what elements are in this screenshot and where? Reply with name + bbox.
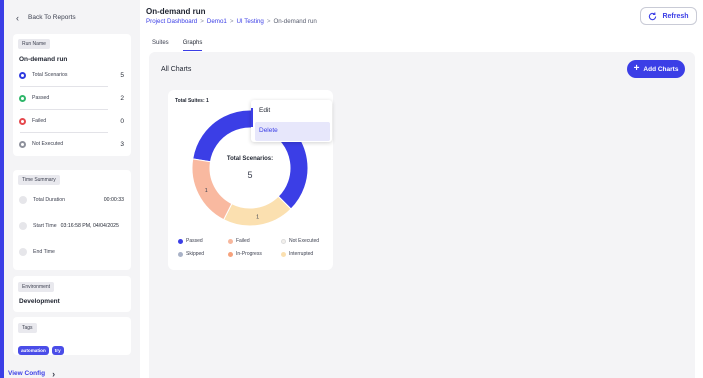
legend-label: Passed bbox=[186, 238, 203, 244]
legend-item-skipped: Skipped bbox=[178, 251, 228, 257]
legend-dot bbox=[228, 251, 233, 257]
plus-icon: + bbox=[633, 63, 640, 74]
stat-value: 2 bbox=[120, 94, 124, 102]
menu-accent-bar bbox=[251, 108, 253, 127]
calendar-icon bbox=[19, 222, 27, 230]
chevron-right-icon: › bbox=[52, 368, 56, 378]
tag[interactable]: automation bbox=[18, 346, 49, 355]
tab-suites[interactable]: Suites bbox=[152, 40, 169, 51]
clock-icon bbox=[19, 196, 27, 204]
stat-not-executed: Not Executed 3 bbox=[19, 138, 124, 150]
time-label: Start Time bbox=[33, 223, 57, 229]
donut-data-label: 1 bbox=[205, 188, 208, 194]
refresh-icon bbox=[649, 12, 657, 20]
time-value: 00:00:33 bbox=[103, 197, 124, 203]
delete-menu-item[interactable]: Delete bbox=[255, 122, 330, 141]
breadcrumb: Project Dashboard > Demo1 > UI Testing >… bbox=[146, 18, 317, 25]
tab-bar: Suites Graphs bbox=[152, 40, 203, 51]
legend-dot bbox=[178, 238, 183, 244]
legend-item-passed: Passed bbox=[178, 238, 228, 244]
legend-label: Interrupted bbox=[289, 251, 314, 257]
back-to-reports-link[interactable]: ‹ Back To Reports bbox=[16, 12, 76, 23]
divider bbox=[20, 132, 108, 133]
total-duration-row: Total Duration 00:00:33 bbox=[19, 196, 124, 204]
view-config-link[interactable]: View Config › bbox=[8, 368, 56, 378]
legend-label: Not Executed bbox=[289, 238, 320, 244]
legend-dot bbox=[228, 238, 233, 244]
donut-slice-interrupted[interactable] bbox=[222, 195, 292, 227]
back-label: Back To Reports bbox=[28, 14, 76, 21]
legend-dot bbox=[178, 251, 183, 257]
stat-label: Total Scenarios bbox=[32, 72, 68, 78]
time-value: 03:16:58 PM, 04/04/2025 bbox=[60, 223, 119, 229]
legend-item-in-progress: In-Progress bbox=[228, 251, 281, 257]
refresh-label: Refresh bbox=[662, 12, 689, 20]
stat-label: Not Executed bbox=[32, 141, 64, 147]
add-charts-label: Add Charts bbox=[643, 65, 679, 73]
breadcrumb-project-dashboard[interactable]: Project Dashboard bbox=[146, 18, 197, 25]
time-label: Total Duration bbox=[33, 197, 66, 203]
stat-failed: Failed 0 bbox=[19, 115, 124, 127]
donut-center-title: Total Scenarios: bbox=[226, 156, 274, 162]
breadcrumb-demo1[interactable]: Demo1 bbox=[207, 18, 227, 25]
legend-dot bbox=[281, 251, 286, 257]
calendar-icon bbox=[19, 248, 27, 256]
chart-legend: Passed Failed Not Executed Skipped In-Pr… bbox=[178, 238, 328, 257]
stat-passed: Passed 2 bbox=[19, 92, 124, 104]
page-title: On-demand run bbox=[146, 7, 206, 16]
start-time-row: Start Time 03:16:58 PM, 04/04/2025 bbox=[19, 222, 124, 230]
environment-chip: Environment bbox=[18, 282, 55, 292]
tag-list: automation try bbox=[18, 339, 67, 357]
legend-label: Skipped bbox=[186, 251, 205, 257]
stat-value: 3 bbox=[120, 140, 124, 148]
tag[interactable]: try bbox=[51, 346, 64, 355]
run-summary-card: Run Name On-demand run Total Scenarios 5… bbox=[13, 34, 131, 156]
stat-value: 0 bbox=[120, 117, 124, 125]
chevron-left-icon: ‹ bbox=[16, 12, 19, 23]
passed-icon bbox=[19, 94, 26, 102]
donut-center-value: 5 bbox=[247, 170, 253, 180]
environment-card: Environment Development bbox=[13, 276, 131, 312]
time-summary-chip: Time Summary bbox=[18, 175, 60, 185]
stat-value: 5 bbox=[120, 71, 124, 79]
legend-dot bbox=[281, 238, 286, 244]
legend-item-interrupted: Interrupted bbox=[281, 251, 328, 257]
stat-total-scenarios: Total Scenarios 5 bbox=[19, 69, 124, 81]
run-name: On-demand run bbox=[19, 56, 68, 63]
tags-card: Tags automation try bbox=[13, 317, 131, 355]
total-scenarios-icon bbox=[19, 71, 26, 79]
add-charts-button[interactable]: + Add Charts bbox=[627, 60, 685, 78]
legend-label: In-Progress bbox=[236, 251, 262, 257]
legend-item-failed: Failed bbox=[228, 238, 281, 244]
breadcrumb-ui-testing[interactable]: UI Testing bbox=[236, 18, 263, 25]
divider bbox=[20, 86, 108, 87]
end-time-row: End Time bbox=[19, 248, 124, 256]
legend-label: Failed bbox=[236, 238, 250, 244]
panel-title: All Charts bbox=[161, 66, 192, 73]
divider bbox=[20, 109, 108, 110]
stat-label: Passed bbox=[32, 95, 50, 101]
stat-label: Failed bbox=[32, 118, 47, 124]
donut-slice-failed[interactable] bbox=[191, 158, 233, 221]
view-config-label: View Config bbox=[8, 370, 46, 377]
chart-context-menu: Edit Delete bbox=[251, 100, 332, 142]
legend-item-not-executed: Not Executed bbox=[281, 238, 328, 244]
breadcrumb-separator: > bbox=[200, 18, 204, 25]
failed-icon bbox=[19, 117, 26, 125]
time-summary-card: Time Summary Total Duration 00:00:33 Sta… bbox=[13, 170, 131, 270]
donut-data-label: 1 bbox=[256, 214, 259, 220]
refresh-button[interactable]: Refresh bbox=[640, 7, 697, 25]
not-executed-icon bbox=[19, 140, 26, 148]
environment-value: Development bbox=[19, 298, 60, 305]
tags-chip: Tags bbox=[18, 323, 37, 333]
run-name-chip: Run Name bbox=[18, 39, 50, 49]
breadcrumb-current: On-demand run bbox=[273, 18, 317, 25]
breadcrumb-separator: > bbox=[266, 18, 271, 25]
tab-graphs[interactable]: Graphs bbox=[182, 40, 203, 51]
edit-menu-item[interactable]: Edit bbox=[259, 107, 270, 114]
time-label: End Time bbox=[33, 249, 55, 255]
breadcrumb-separator: > bbox=[229, 18, 234, 25]
